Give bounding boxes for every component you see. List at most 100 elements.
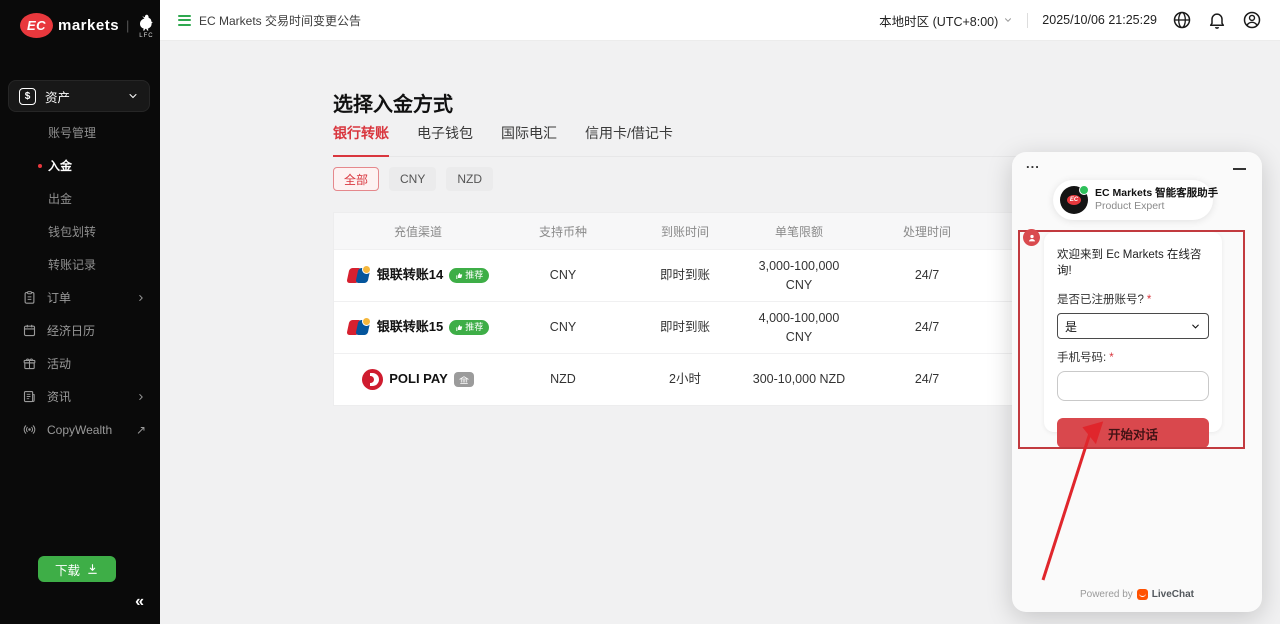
recommend-badge: 推荐 <box>449 268 489 283</box>
filter-nzd[interactable]: NZD <box>446 167 493 191</box>
submenu-label: 出金 <box>48 190 72 207</box>
assets-label: 资产 <box>45 87 127 106</box>
account-icon[interactable] <box>1242 10 1262 30</box>
menu-label: CopyWealth <box>47 423 136 437</box>
announcement-link[interactable]: EC Markets 交易时间变更公告 <box>178 12 361 29</box>
registered-question-label: 是否已注册账号?* <box>1057 291 1209 307</box>
announcement-text: EC Markets 交易时间变更公告 <box>199 12 361 29</box>
poli-pay-icon <box>362 369 383 390</box>
tab-ewallet[interactable]: 电子钱包 <box>417 123 473 143</box>
badge-label: 推荐 <box>465 269 483 282</box>
ec-avatar-icon: EC <box>1067 195 1081 205</box>
thumbs-up-icon <box>455 272 463 280</box>
channel-name: 银联转账14 <box>377 266 443 285</box>
agent-role: Product Expert <box>1095 200 1218 213</box>
submenu-label: 钱包划转 <box>48 223 96 240</box>
agent-name: EC Markets 智能客服助手 <box>1095 187 1218 200</box>
liver-bird-icon <box>136 12 156 34</box>
sidebar-item-deposit[interactable]: 入金 <box>0 149 160 182</box>
menu-label: 订单 <box>47 289 136 306</box>
thumbs-up-icon <box>455 324 463 332</box>
sidebar-item-wallet-transfer[interactable]: 钱包划转 <box>0 215 160 248</box>
clipboard-icon <box>22 290 37 305</box>
sidebar-item-copywealth[interactable]: CopyWealth ↗ <box>0 413 160 446</box>
logo-divider: | <box>126 18 129 33</box>
powered-by-text: Powered by <box>1080 589 1133 600</box>
datetime-display: 2025/10/06 21:25:29 <box>1042 13 1157 27</box>
sidebar-item-account-management[interactable]: 账号管理 <box>0 116 160 149</box>
livechat-brand[interactable]: LiveChat <box>1152 589 1194 600</box>
ec-logo-icon: EC <box>20 13 53 38</box>
announcement-icon <box>178 15 191 26</box>
cell-currency: CNY <box>502 266 624 284</box>
registered-select[interactable]: 是 <box>1057 313 1209 339</box>
sidebar: EC markets | LFC $ 资产 账号管理 入金 出金 钱包划转 <box>0 0 160 624</box>
timezone-label: 本地时区 (UTC+8:00) <box>879 11 998 30</box>
start-chat-button[interactable]: 开始对话 <box>1057 418 1209 448</box>
sidebar-collapse-button[interactable]: « <box>135 593 144 611</box>
sidebar-item-news[interactable]: 资讯 <box>0 380 160 413</box>
tab-credit-debit-card[interactable]: 信用卡/借记卡 <box>585 123 673 143</box>
submenu-label: 入金 <box>48 157 72 174</box>
online-status-dot <box>1079 185 1089 195</box>
sidebar-item-transfer-records[interactable]: 转账记录 <box>0 248 160 281</box>
gift-icon <box>22 356 37 371</box>
channel-name: POLI PAY <box>389 370 448 389</box>
bank-badge <box>454 372 474 387</box>
news-icon <box>22 389 37 404</box>
menu-label: 活动 <box>47 355 146 372</box>
recommend-badge: 推荐 <box>449 320 489 335</box>
cell-arrival: 2小时 <box>624 370 746 388</box>
download-label: 下载 <box>55 560 80 579</box>
tab-international-wire[interactable]: 国际电汇 <box>501 123 557 143</box>
phone-input[interactable] <box>1057 371 1209 401</box>
chat-footer: Powered by LiveChat <box>1012 589 1262 600</box>
globe-icon[interactable] <box>1172 10 1192 30</box>
chat-minimize-button[interactable] <box>1233 168 1246 170</box>
brand-logo[interactable]: EC markets | LFC <box>0 0 160 39</box>
sidebar-item-activities[interactable]: 活动 <box>0 347 160 380</box>
channel-name: 银联转账15 <box>377 318 443 337</box>
cell-hours: 24/7 <box>852 318 1002 336</box>
chat-menu-button[interactable]: ... <box>1026 156 1040 171</box>
sidebar-item-assets[interactable]: $ 资产 <box>8 80 150 112</box>
header-hours: 处理时间 <box>852 223 1002 240</box>
prechat-form: 欢迎来到 Ec Markets 在线咨询! 是否已注册账号?* 是 手机号码:*… <box>1044 232 1222 432</box>
submenu-label: 转账记录 <box>48 256 96 273</box>
unionpay-icon <box>347 267 371 284</box>
selected-option: 是 <box>1065 318 1077 335</box>
bank-icon <box>459 375 469 385</box>
filter-cny[interactable]: CNY <box>389 167 436 191</box>
notifications-bell-icon[interactable] <box>1207 10 1227 30</box>
cell-arrival: 即时到账 <box>624 318 746 336</box>
header-arrival: 到账时间 <box>624 223 746 240</box>
cell-currency: NZD <box>502 370 624 388</box>
agent-card: EC EC Markets 智能客服助手 Product Expert <box>1053 180 1213 220</box>
required-asterisk: * <box>1147 294 1151 306</box>
download-button[interactable]: 下载 <box>38 556 116 582</box>
header-limit: 单笔限额 <box>746 223 852 240</box>
livechat-icon <box>1137 589 1148 600</box>
chevron-down-icon <box>1003 15 1013 25</box>
logo-wordmark: markets <box>58 17 119 34</box>
welcome-message: 欢迎来到 Ec Markets 在线咨询! <box>1057 246 1209 278</box>
cell-limit: 3,000-100,000 CNY <box>746 257 852 293</box>
sidebar-item-withdraw[interactable]: 出金 <box>0 182 160 215</box>
active-dot-icon <box>38 164 42 168</box>
sidebar-item-orders[interactable]: 订单 <box>0 281 160 314</box>
chevron-down-icon <box>1190 321 1201 332</box>
cell-currency: CNY <box>502 318 624 336</box>
bot-message-avatar <box>1023 229 1040 246</box>
menu-label: 经济日历 <box>47 322 146 339</box>
assets-submenu: 账号管理 入金 出金 钱包划转 转账记录 <box>0 116 160 281</box>
broadcast-icon <box>22 422 37 437</box>
cell-hours: 24/7 <box>852 266 1002 284</box>
livechat-widget: ... EC EC Markets 智能客服助手 Product Expert … <box>1012 152 1262 612</box>
external-link-icon: ↗ <box>136 423 146 437</box>
filter-all[interactable]: 全部 <box>333 167 379 191</box>
sidebar-item-economic-calendar[interactable]: 经济日历 <box>0 314 160 347</box>
currency-filters: 全部 CNY NZD <box>333 167 493 191</box>
timezone-selector[interactable]: 本地时区 (UTC+8:00) <box>879 11 1013 30</box>
sidebar-menu: 订单 经济日历 活动 资讯 <box>0 281 160 446</box>
tab-bank-transfer[interactable]: 银行转账 <box>333 123 389 143</box>
